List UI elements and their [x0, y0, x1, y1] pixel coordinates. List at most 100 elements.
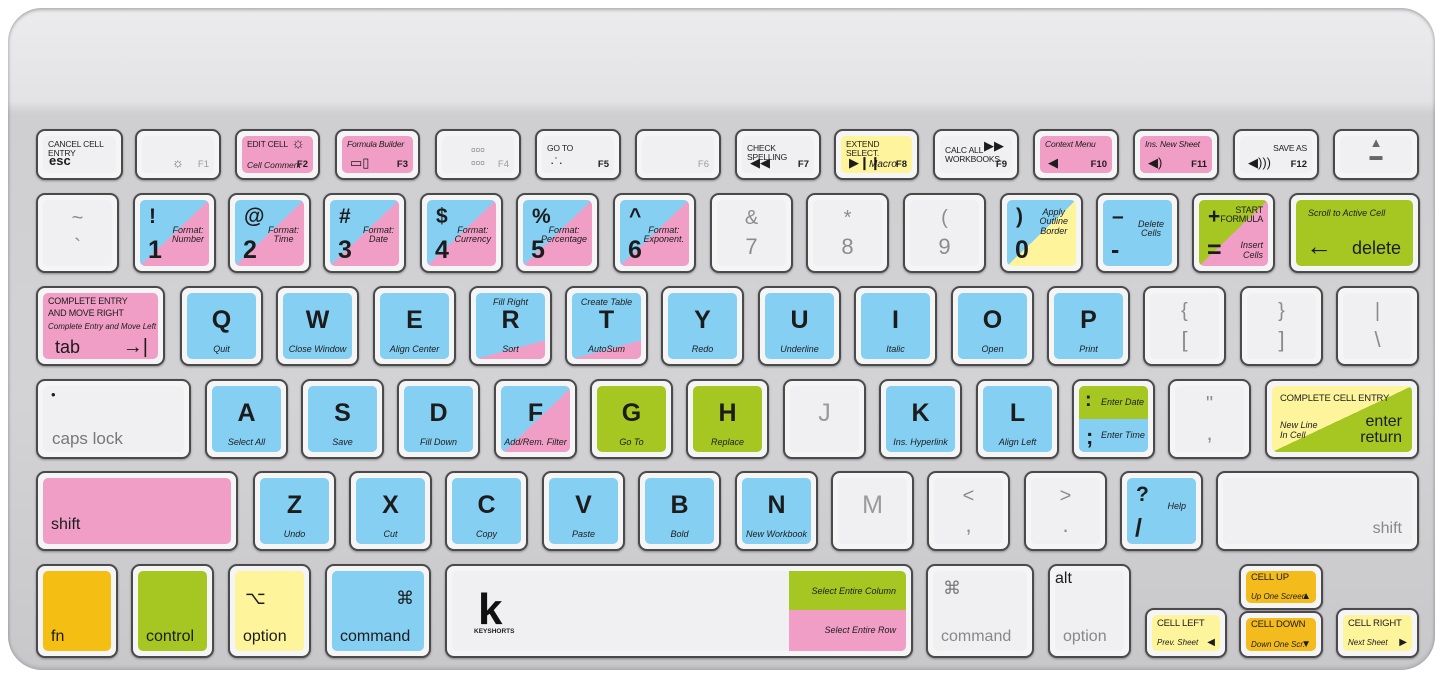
key-face: % 5 Format: Percentage: [523, 200, 592, 266]
4-act-label: Format: Currency: [454, 225, 491, 245]
key-f8[interactable]: EXTEND SELECT. ▶❙❙ Macro F8: [834, 129, 919, 180]
slash-act-label: Help: [1167, 501, 1186, 511]
key-5[interactable]: % 5 Format: Percentage: [516, 193, 599, 273]
key-space[interactable]: k KEYSHORTS Select Entire Column Select Ent…: [445, 564, 913, 658]
key-option[interactable]: ⌥ option: [228, 564, 311, 658]
key-face: C Copy: [452, 478, 521, 544]
key-f12[interactable]: SAVE AS ◀))) F12: [1233, 129, 1319, 180]
key-face: & 7: [717, 200, 786, 266]
key-q[interactable]: Q Quit: [180, 286, 263, 366]
key-h[interactable]: H Replace: [686, 379, 769, 459]
key-l[interactable]: L Align Left: [976, 379, 1059, 459]
key-fn[interactable]: fn: [36, 564, 118, 658]
key-e[interactable]: E Align Center: [373, 286, 456, 366]
key-f9[interactable]: CALC ALL WORKBOOKS ▶▶ F9: [933, 129, 1019, 180]
key-minus[interactable]: – - Delete Cells: [1096, 193, 1179, 273]
key-r[interactable]: Fill Right R Sort: [469, 286, 552, 366]
key-backslash[interactable]: | \: [1336, 286, 1419, 366]
key-face: CELL UP Up One Screen ▲: [1246, 571, 1316, 603]
key-b[interactable]: B Bold: [638, 471, 721, 551]
caps-word-label: caps lock: [52, 429, 123, 449]
key-tilde[interactable]: ~ `: [36, 193, 119, 273]
key-a[interactable]: A Select All: [205, 379, 288, 459]
key-period[interactable]: >.: [1024, 471, 1107, 551]
key-d[interactable]: D Fill Down: [397, 379, 480, 459]
b-main-label: B: [670, 491, 689, 519]
key-command[interactable]: ⌘ command: [325, 564, 431, 658]
key-f2[interactable]: EDIT CELL ☼ Cell Comment F2: [235, 129, 320, 180]
key-f11[interactable]: Ins. New Sheet ◀) F11: [1133, 129, 1219, 180]
key-comma[interactable]: <,: [927, 471, 1010, 551]
key-f6[interactable]: F6: [635, 129, 721, 180]
key-0[interactable]: ) 0 Apply Outline Border: [1000, 193, 1083, 273]
f4-fkey-label: F4: [497, 159, 509, 171]
key-down[interactable]: CELL DOWN Down One Scr. ▼: [1239, 611, 1323, 658]
key-delete[interactable]: Scroll to Active Cell ← delete: [1289, 193, 1420, 273]
key-1[interactable]: ! 1 Format: Number: [133, 193, 216, 273]
key-roption[interactable]: alt option: [1048, 564, 1131, 658]
key-w[interactable]: W Close Window: [276, 286, 359, 366]
key-6[interactable]: ^ 6 Format: Exponent.: [613, 193, 696, 273]
key-equal[interactable]: + = START FORMULA Insert Cells: [1192, 193, 1275, 273]
key-f4[interactable]: ▫▫▫ ▫▫▫ F4: [435, 129, 521, 180]
key-p[interactable]: P Print: [1047, 286, 1130, 366]
key-up[interactable]: CELL UP Up One Screen ▲: [1239, 564, 1323, 610]
key-caps[interactable]: • caps lock: [36, 379, 191, 459]
key-j[interactable]: J: [783, 379, 866, 459]
key-tab[interactable]: COMPLETE ENTRY AND MOVE RIGHT Complete En…: [36, 286, 165, 366]
key-rcommand[interactable]: ⌘ command: [926, 564, 1034, 658]
key-m[interactable]: M: [831, 471, 914, 551]
key-v[interactable]: V Paste: [542, 471, 625, 551]
keyboard-light-down-icon: ·˙·: [550, 155, 563, 171]
key-c[interactable]: C Copy: [445, 471, 528, 551]
key-y[interactable]: Y Redo: [661, 286, 744, 366]
key-rbracket[interactable]: }]: [1240, 286, 1323, 366]
key-quote[interactable]: ",: [1168, 379, 1251, 459]
key-k[interactable]: K Ins. Hyperlink: [879, 379, 962, 459]
key-8[interactable]: * 8: [806, 193, 889, 273]
key-7[interactable]: & 7: [710, 193, 793, 273]
key-o[interactable]: O Open: [951, 286, 1034, 366]
key-2[interactable]: @2 Format: Time: [228, 193, 311, 273]
key-f3[interactable]: Formula Builder ▭▯ F3: [335, 129, 420, 180]
1-num-label: 1: [148, 235, 162, 264]
key-esc[interactable]: CANCEL CELL ENTRY esc: [36, 129, 123, 180]
key-i[interactable]: I Italic: [854, 286, 937, 366]
key-lshift[interactable]: shift: [36, 471, 238, 551]
key-s[interactable]: S Save: [301, 379, 384, 459]
key-f10[interactable]: Context Menu ◀ F10: [1033, 129, 1119, 180]
key-4[interactable]: $4 Format: Currency: [420, 193, 503, 273]
key-slash[interactable]: ? / Help: [1120, 471, 1203, 551]
key-semi[interactable]: : Enter Date; Enter Time: [1072, 379, 1155, 459]
x-sub-label: Cut: [383, 528, 398, 539]
s-main-label: S: [334, 399, 351, 427]
key-eject[interactable]: ▲ ▬: [1333, 129, 1419, 180]
z-main-label: Z: [286, 491, 303, 519]
key-f5[interactable]: GO TO ·˙· F5: [535, 129, 621, 180]
key-right[interactable]: CELL RIGHT Next Sheet ▶: [1336, 608, 1419, 658]
key-control[interactable]: control: [131, 564, 214, 658]
f2-fkey-label: F2: [296, 159, 308, 171]
key-x[interactable]: X Cut: [349, 471, 432, 551]
k-sub-label: Ins. Hyperlink: [893, 436, 948, 447]
key-return[interactable]: COMPLETE CELL ENTRY New Line In Cell enter…: [1265, 379, 1419, 459]
key-f7[interactable]: CHECK SPELLING ◀◀ F7: [735, 129, 821, 180]
o-main-label: O: [982, 306, 1003, 334]
j-main-label: J: [818, 399, 831, 427]
key-rshift[interactable]: shift: [1216, 471, 1419, 551]
key-f[interactable]: F Add/Rem. Filter: [494, 379, 577, 459]
c-main-label: C: [477, 491, 496, 519]
key-9[interactable]: (9: [903, 193, 986, 273]
key-z[interactable]: Z Undo: [253, 471, 336, 551]
v-main-label: V: [575, 491, 592, 519]
key-t[interactable]: Create Table T AutoSum: [565, 286, 648, 366]
key-3[interactable]: #3 Format: Date: [323, 193, 406, 273]
key-g[interactable]: G Go To: [590, 379, 673, 459]
key-face: CHECK SPELLING ◀◀ F7: [742, 136, 814, 173]
key-n[interactable]: N New Workbook: [735, 471, 818, 551]
key-f1[interactable]: ☼ F1: [135, 129, 221, 180]
key-u[interactable]: U Underline: [758, 286, 841, 366]
tilde-sym-label: ~: [71, 207, 84, 229]
key-lbracket[interactable]: {[: [1143, 286, 1226, 366]
key-left[interactable]: CELL LEFT Prev. Sheet ◀: [1145, 608, 1227, 658]
